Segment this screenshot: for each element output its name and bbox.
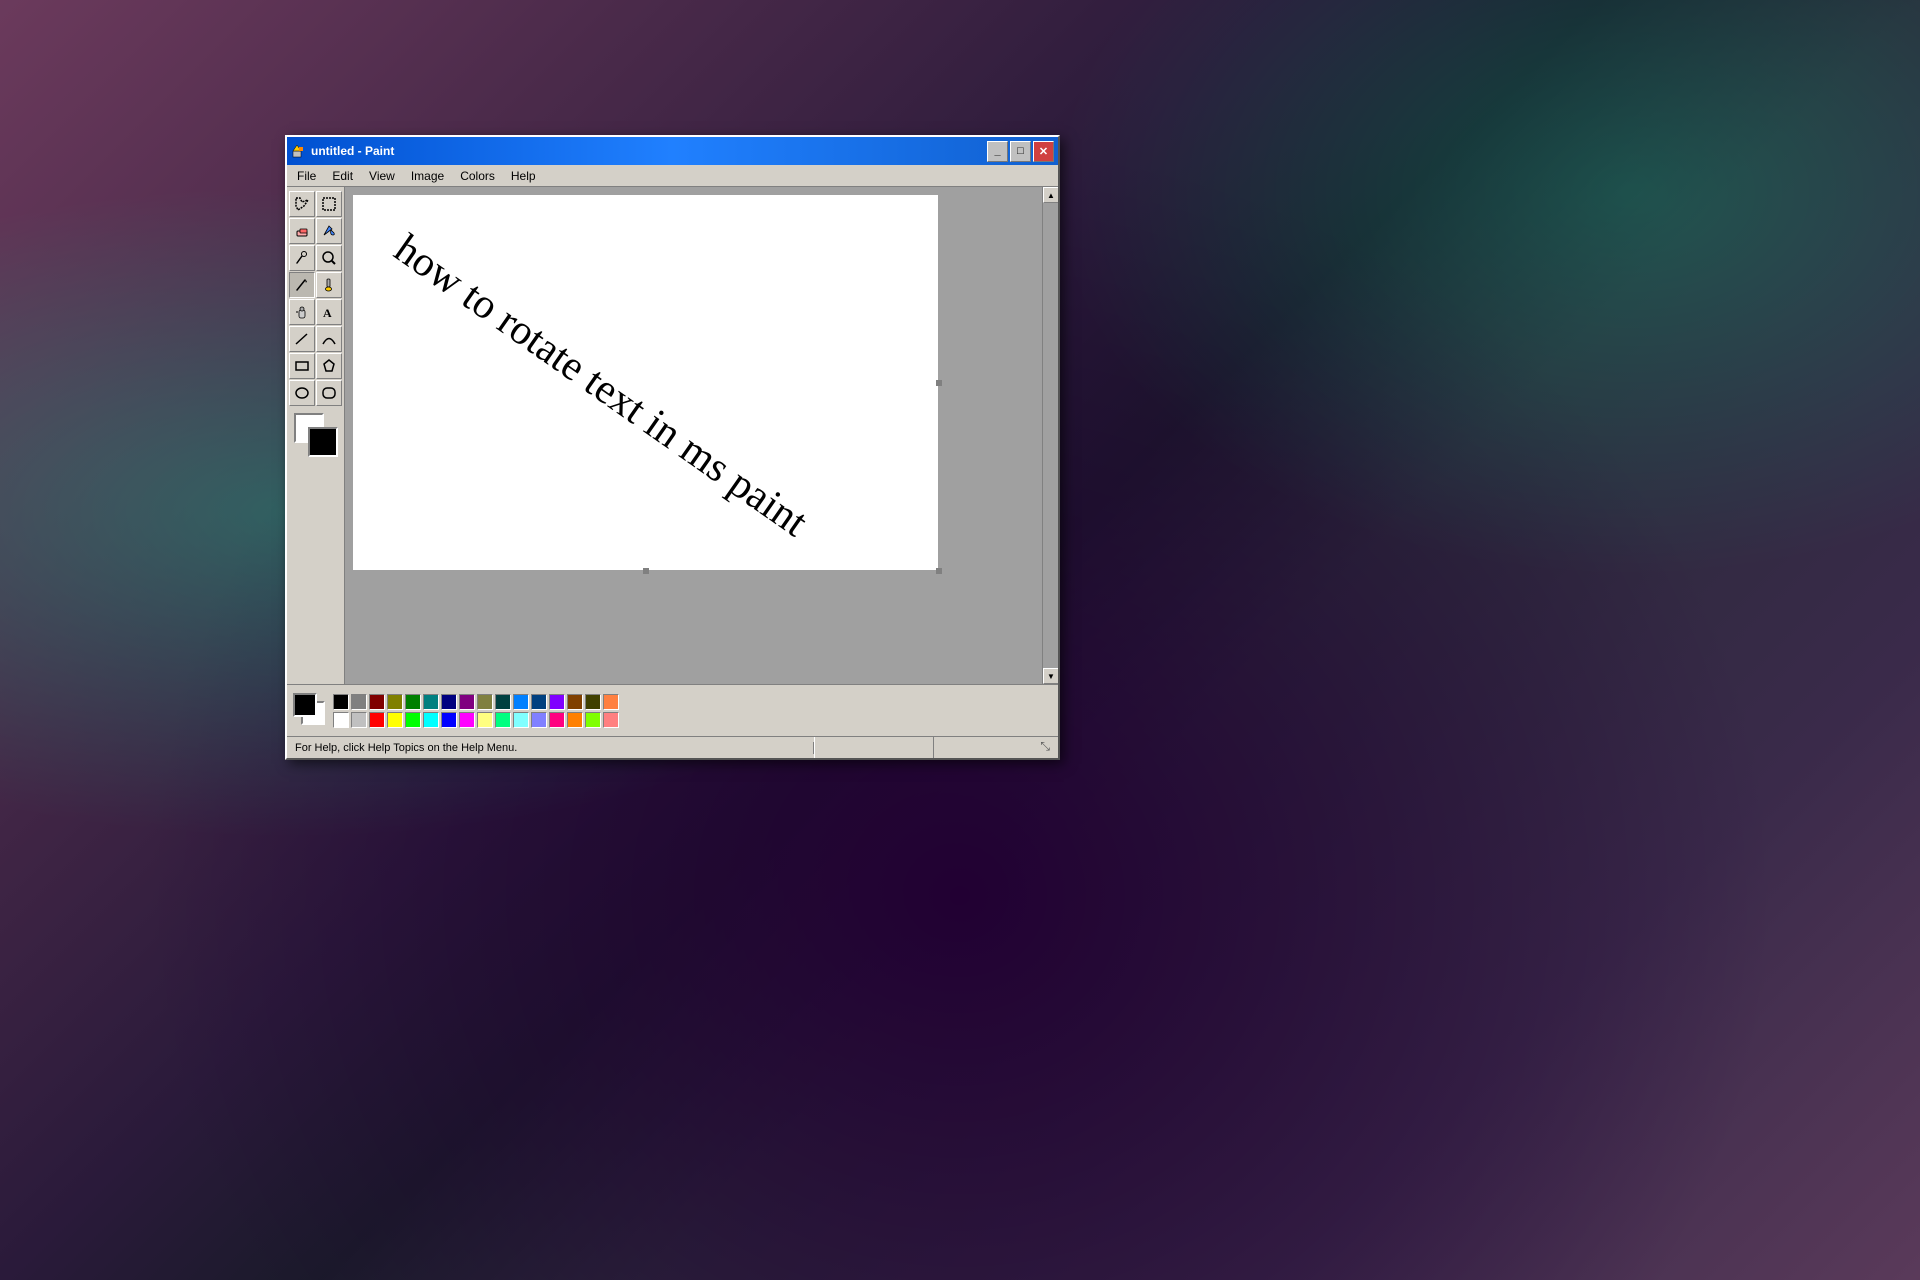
palette-color-swatch[interactable] bbox=[567, 712, 583, 728]
color-palette-bar bbox=[287, 684, 1058, 736]
menu-view[interactable]: View bbox=[361, 167, 403, 185]
rect-select-tool[interactable] bbox=[316, 191, 342, 217]
color-preview bbox=[294, 413, 338, 457]
palette-color-swatch[interactable] bbox=[549, 694, 565, 710]
palette-color-swatch[interactable] bbox=[477, 694, 493, 710]
polygon-tool[interactable] bbox=[316, 353, 342, 379]
palette-color-swatch[interactable] bbox=[441, 694, 457, 710]
canvas-wrapper: how to rotate text in ms paint bbox=[353, 195, 938, 570]
foreground-color-preview bbox=[308, 427, 338, 457]
palette-row-1 bbox=[333, 694, 619, 710]
vertical-scrollbar: ▲ ▼ bbox=[1042, 187, 1058, 684]
status-section-1 bbox=[814, 737, 934, 758]
palette-color-swatch[interactable] bbox=[387, 712, 403, 728]
canvas-below-area bbox=[353, 575, 938, 635]
text-tool[interactable]: A bbox=[316, 299, 342, 325]
free-select-tool[interactable] bbox=[289, 191, 315, 217]
palette-color-swatch[interactable] bbox=[405, 694, 421, 710]
eyedropper-tool[interactable] bbox=[289, 245, 315, 271]
palette-color-swatch[interactable] bbox=[351, 712, 367, 728]
palette-color-swatch[interactable] bbox=[495, 712, 511, 728]
status-text: For Help, click Help Topics on the Help … bbox=[291, 742, 814, 754]
tool-row-8 bbox=[289, 380, 342, 406]
canvas-text: how to rotate text in ms paint bbox=[385, 225, 816, 547]
scroll-down-button[interactable]: ▼ bbox=[1043, 668, 1058, 684]
scroll-up-button[interactable]: ▲ bbox=[1043, 187, 1058, 203]
status-bar: For Help, click Help Topics on the Help … bbox=[287, 736, 1058, 758]
color-palette bbox=[333, 694, 619, 728]
palette-color-swatch[interactable] bbox=[333, 694, 349, 710]
tool-row-2 bbox=[289, 218, 342, 244]
resize-handle-corner[interactable] bbox=[936, 568, 942, 574]
window-controls: _ □ ✕ bbox=[987, 141, 1054, 162]
palette-color-swatch[interactable] bbox=[369, 712, 385, 728]
palette-color-swatch[interactable] bbox=[603, 694, 619, 710]
palette-color-swatch[interactable] bbox=[603, 712, 619, 728]
maximize-button[interactable]: □ bbox=[1010, 141, 1031, 162]
canvas-area[interactable]: how to rotate text in ms paint bbox=[345, 187, 1042, 684]
resize-handle-right[interactable] bbox=[936, 380, 942, 386]
close-button[interactable]: ✕ bbox=[1033, 141, 1054, 162]
title-bar: untitled - Paint _ □ ✕ bbox=[287, 137, 1058, 165]
svg-text:A: A bbox=[323, 306, 332, 320]
menu-help[interactable]: Help bbox=[503, 167, 544, 185]
resize-handle-bottom[interactable] bbox=[643, 568, 649, 574]
fill-tool[interactable] bbox=[316, 218, 342, 244]
brush-tool[interactable] bbox=[316, 272, 342, 298]
current-colors bbox=[293, 693, 329, 729]
menu-file[interactable]: File bbox=[289, 167, 324, 185]
palette-color-swatch[interactable] bbox=[549, 712, 565, 728]
palette-color-swatch[interactable] bbox=[405, 712, 421, 728]
app-icon bbox=[291, 143, 307, 159]
canvas-container: how to rotate text in ms paint bbox=[345, 187, 1042, 684]
palette-color-swatch[interactable] bbox=[333, 712, 349, 728]
current-foreground-color[interactable] bbox=[293, 693, 317, 717]
tool-row-1 bbox=[289, 191, 342, 217]
palette-color-swatch[interactable] bbox=[495, 694, 511, 710]
window-title: untitled - Paint bbox=[311, 144, 983, 158]
zoom-tool[interactable] bbox=[316, 245, 342, 271]
palette-color-swatch[interactable] bbox=[585, 694, 601, 710]
curve-tool[interactable] bbox=[316, 326, 342, 352]
palette-color-swatch[interactable] bbox=[423, 712, 439, 728]
paint-canvas[interactable]: how to rotate text in ms paint bbox=[353, 195, 938, 570]
menu-edit[interactable]: Edit bbox=[324, 167, 361, 185]
palette-color-swatch[interactable] bbox=[531, 694, 547, 710]
palette-row-2 bbox=[333, 712, 619, 728]
minimize-button[interactable]: _ bbox=[987, 141, 1008, 162]
tool-row-5: A bbox=[289, 299, 342, 325]
palette-color-swatch[interactable] bbox=[513, 712, 529, 728]
palette-color-swatch[interactable] bbox=[513, 694, 529, 710]
palette-color-swatch[interactable] bbox=[369, 694, 385, 710]
palette-color-swatch[interactable] bbox=[585, 712, 601, 728]
palette-color-swatch[interactable] bbox=[531, 712, 547, 728]
ellipse-tool[interactable] bbox=[289, 380, 315, 406]
palette-color-swatch[interactable] bbox=[441, 712, 457, 728]
tool-row-7 bbox=[289, 353, 342, 379]
menu-colors[interactable]: Colors bbox=[452, 167, 503, 185]
paint-window: untitled - Paint _ □ ✕ File Edit View Im… bbox=[285, 135, 1060, 760]
palette-color-swatch[interactable] bbox=[459, 694, 475, 710]
palette-color-swatch[interactable] bbox=[477, 712, 493, 728]
rounded-rect-tool[interactable] bbox=[316, 380, 342, 406]
resize-grip-icon: ⤡ bbox=[1040, 739, 1050, 754]
eraser-tool[interactable] bbox=[289, 218, 315, 244]
rectangle-tool[interactable] bbox=[289, 353, 315, 379]
palette-color-swatch[interactable] bbox=[351, 694, 367, 710]
toolbar: A bbox=[287, 187, 345, 684]
line-tool[interactable] bbox=[289, 326, 315, 352]
tool-row-6 bbox=[289, 326, 342, 352]
palette-color-swatch[interactable] bbox=[459, 712, 475, 728]
scroll-track[interactable] bbox=[1043, 203, 1058, 668]
menu-bar: File Edit View Image Colors Help bbox=[287, 165, 1058, 187]
palette-color-swatch[interactable] bbox=[567, 694, 583, 710]
airbrush-tool[interactable] bbox=[289, 299, 315, 325]
pencil-tool[interactable] bbox=[289, 272, 315, 298]
menu-image[interactable]: Image bbox=[403, 167, 452, 185]
tool-row-3 bbox=[289, 245, 342, 271]
tool-row-4 bbox=[289, 272, 342, 298]
palette-color-swatch[interactable] bbox=[423, 694, 439, 710]
palette-color-swatch[interactable] bbox=[387, 694, 403, 710]
paint-main-area: A bbox=[287, 187, 1058, 684]
